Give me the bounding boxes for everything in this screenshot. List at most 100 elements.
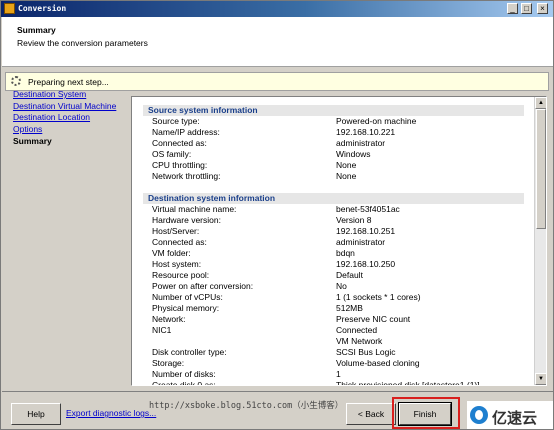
source-info-row: OS family: Windows [152, 149, 532, 160]
source-info-label: Name/IP address: [152, 127, 220, 137]
title-bar[interactable]: Conversion _ □ × [1, 1, 553, 17]
destination-info-label: Disk controller type: [152, 347, 227, 357]
destination-info-row: Number of vCPUs: 1 (1 sockets * 1 cores) [152, 292, 532, 303]
destination-info-value: benet-53f4051ac [336, 204, 400, 214]
destination-info-value: Volume-based cloning [336, 358, 420, 368]
destination-info-label: Number of vCPUs: [152, 292, 223, 302]
source-info-row: Source type: Powered-on machine [152, 116, 532, 127]
finish-highlight-box [392, 397, 460, 429]
destination-info-row: Virtual machine name: benet-53f4051ac [152, 204, 532, 215]
footer-divider [2, 391, 553, 392]
destination-info-row: Host system: 192.168.10.250 [152, 259, 532, 270]
destination-info-row: Host/Server: 192.168.10.251 [152, 226, 532, 237]
app-icon [4, 3, 15, 14]
destination-info-label: Physical memory: [152, 303, 220, 313]
destination-info-label: VM folder: [152, 248, 191, 258]
source-info-value: 192.168.10.221 [336, 127, 396, 137]
source-info-row: CPU throttling: None [152, 160, 532, 171]
destination-info-label: Storage: [152, 358, 185, 368]
close-button[interactable]: × [537, 3, 548, 14]
destination-info-value: Thick provisioned disk [datastore1 (1)] [336, 380, 480, 386]
destination-info-row: Hardware version: Version 8 [152, 215, 532, 226]
window-title: Conversion [18, 4, 67, 13]
destination-info-row: VM folder: bdqn [152, 248, 532, 259]
wizard-header: Summary Review the conversion parameters [2, 17, 553, 67]
nav-item-destination-virtual-machine[interactable]: Destination Virtual Machine [13, 101, 129, 113]
destination-info-value: 512MB [336, 303, 363, 313]
source-info-value: Powered-on machine [336, 116, 417, 126]
source-info-value: administrator [336, 138, 386, 148]
scroll-down-icon[interactable]: ▼ [535, 373, 546, 385]
destination-info-row: Number of disks: 1 [152, 369, 532, 380]
destination-info-label: Number of disks: [152, 369, 216, 379]
destination-info-row: Resource pool: Default [152, 270, 532, 281]
logo: 亿速云 [467, 401, 553, 429]
destination-section-heading: Destination system information [143, 193, 524, 204]
destination-info-label: Hardware version: [152, 215, 221, 225]
destination-info-row: Power on after conversion: No [152, 281, 532, 292]
source-info-label: Connected as: [152, 138, 207, 148]
destination-info-row: Create disk 0 as: Thick provisioned disk … [152, 380, 532, 386]
nav-item-destination-location[interactable]: Destination Location [13, 112, 129, 124]
destination-info-row: Physical memory: 512MB [152, 303, 532, 314]
destination-info-value: 192.168.10.251 [336, 226, 396, 236]
destination-info-label: Host/Server: [152, 226, 200, 236]
source-info-label: Source type: [152, 116, 200, 126]
destination-info-row: Disk controller type: SCSI Bus Logic [152, 347, 532, 358]
source-info-value: None [336, 171, 357, 181]
summary-panel[interactable]: Source system information Source type: Po… [131, 96, 547, 386]
destination-info-value: No [336, 281, 347, 291]
destination-info-value: bdqn [336, 248, 355, 258]
destination-info-value: Connected [336, 325, 378, 335]
destination-info-value: Version 8 [336, 215, 372, 225]
wizard-nav: Destination System Destination Virtual M… [13, 89, 129, 148]
progress-spinner-icon [11, 76, 21, 86]
destination-info-row: Connected as: administrator [152, 237, 532, 248]
watermark-text: http://xsboke.blog.51cto.com（小生博客） [149, 401, 344, 411]
scroll-thumb[interactable] [536, 109, 546, 229]
destination-info-label: Create disk 0 as: [152, 380, 216, 386]
destination-info-label: Power on after conversion: [152, 281, 254, 291]
source-info-row: Name/IP address: 192.168.10.221 [152, 127, 532, 138]
destination-info-row: Network: Preserve NIC count [152, 314, 532, 325]
source-info-label: CPU throttling: [152, 160, 208, 170]
destination-info-value: Preserve NIC count [336, 314, 411, 324]
logo-text: 亿速云 [492, 409, 538, 427]
destination-info-row: VM Network [152, 336, 532, 347]
destination-info-label: Resource pool: [152, 270, 210, 280]
source-info-value: None [336, 160, 357, 170]
nav-item-options[interactable]: Options [13, 124, 129, 136]
destination-info-label: Host system: [152, 259, 202, 269]
maximize-button[interactable]: □ [521, 3, 532, 14]
source-info-row: Connected as: administrator [152, 138, 532, 149]
source-info-label: Network throttling: [152, 171, 221, 181]
destination-info-value: 192.168.10.250 [336, 259, 396, 269]
source-section-heading: Source system information [143, 105, 524, 116]
scroll-up-icon[interactable]: ▲ [535, 97, 546, 109]
minimize-button[interactable]: _ [507, 3, 518, 14]
source-info-label: OS family: [152, 149, 192, 159]
destination-info-value: SCSI Bus Logic [336, 347, 396, 357]
destination-info-value: 1 [336, 369, 341, 379]
destination-info-value: Default [336, 270, 363, 280]
destination-info-value: VM Network [336, 336, 383, 346]
source-info-row: Network throttling: None [152, 171, 532, 182]
destination-info-label: Virtual machine name: [152, 204, 237, 214]
back-button[interactable]: < Back [346, 403, 396, 425]
conversion-window: Conversion _ □ × Summary Review the conv… [0, 0, 554, 430]
nav-item-destination-system[interactable]: Destination System [13, 89, 129, 101]
destination-info-row: Storage: Volume-based cloning [152, 358, 532, 369]
destination-info-label: NIC1 [152, 325, 172, 335]
status-text: Preparing next step... [28, 77, 109, 87]
export-diagnostic-logs-link[interactable]: Export diagnostic logs... [66, 408, 156, 418]
vertical-scrollbar[interactable]: ▲ ▼ [534, 97, 546, 385]
help-button[interactable]: Help [11, 403, 61, 425]
destination-info-label: Network: [152, 314, 186, 324]
destination-info-value: administrator [336, 237, 386, 247]
cloud-logo-icon [470, 406, 488, 424]
nav-item-summary: Summary [13, 135, 52, 146]
destination-info-row: NIC1 Connected [152, 325, 532, 336]
destination-info-value: 1 (1 sockets * 1 cores) [336, 292, 421, 302]
page-title: Summary [17, 25, 56, 35]
source-info-value: Windows [336, 149, 371, 159]
